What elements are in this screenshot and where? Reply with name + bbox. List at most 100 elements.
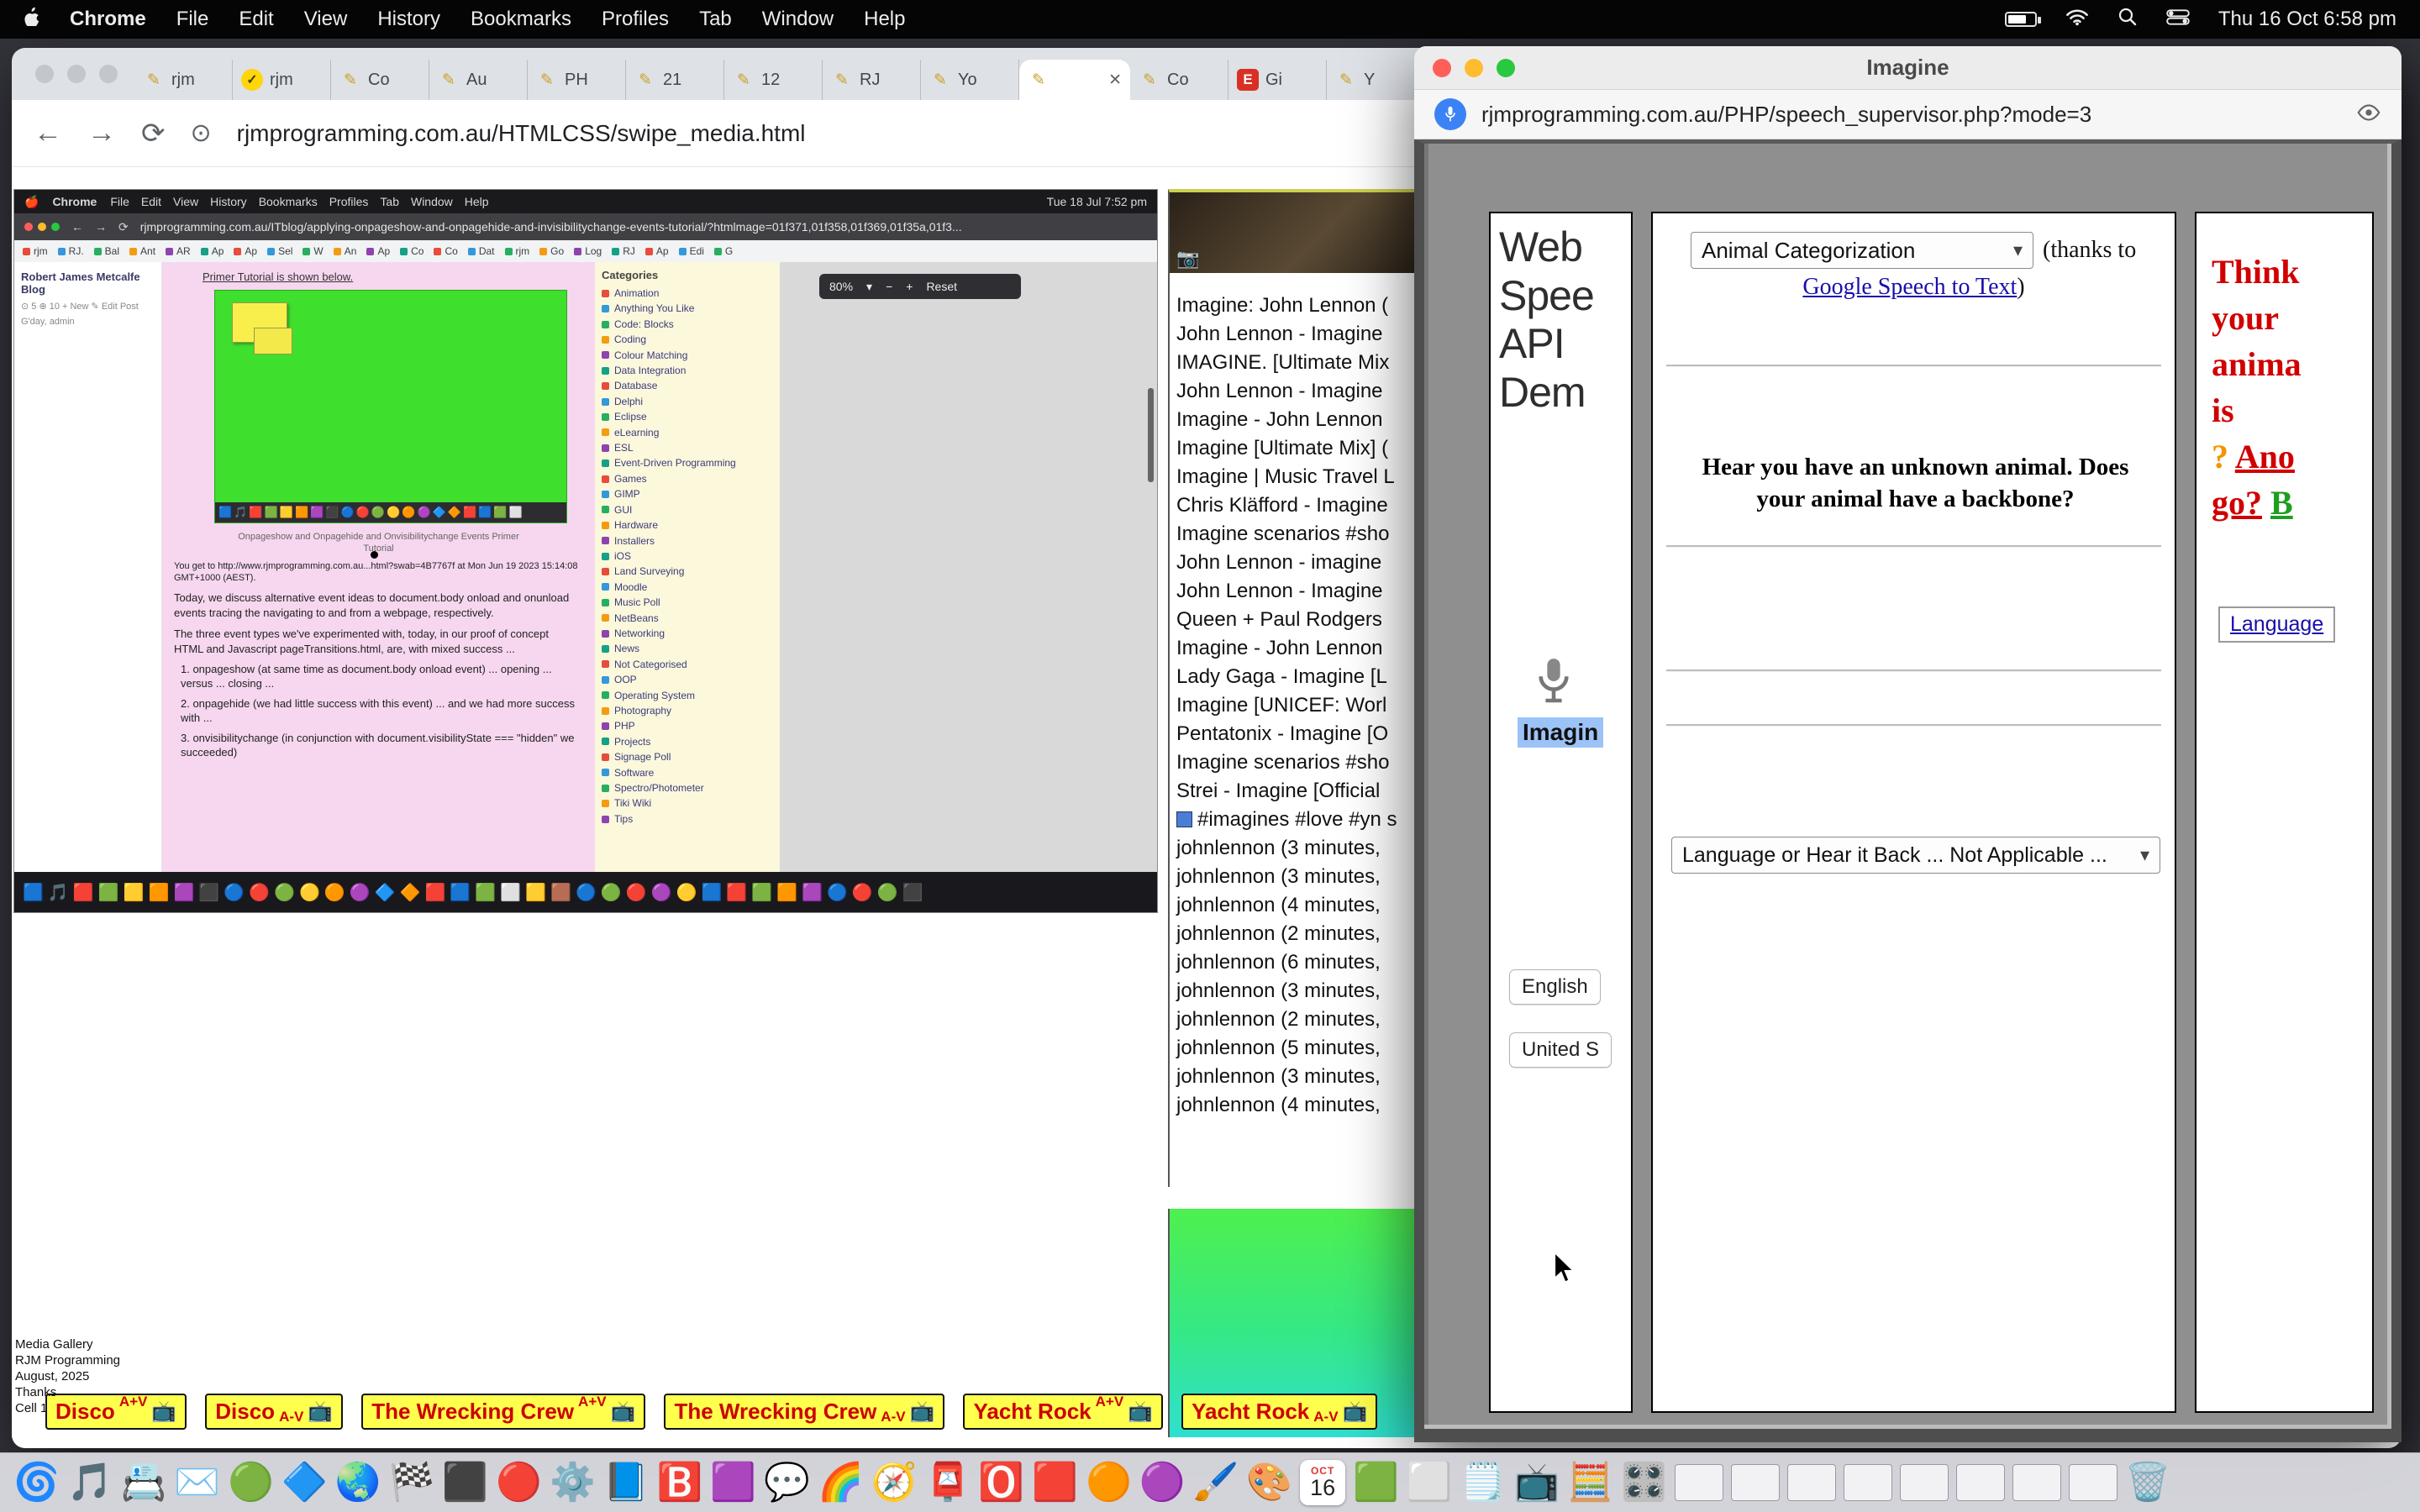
back-icon[interactable]: ← bbox=[34, 117, 62, 150]
language-select-button[interactable]: English bbox=[1509, 969, 1601, 1005]
tab-close-icon[interactable]: ✕ bbox=[1108, 71, 1122, 90]
dock-app-icon[interactable]: 🧮 bbox=[1567, 1464, 1613, 1501]
video-result-item[interactable]: Strei - Imagine [Official bbox=[1170, 777, 1445, 806]
browser-tab[interactable]: ✎Yo bbox=[921, 60, 1019, 100]
battery-icon[interactable] bbox=[2005, 12, 2037, 27]
menubar-menu-profiles[interactable]: Profiles bbox=[602, 8, 669, 31]
video-result-item[interactable]: johnlennon (4 minutes, bbox=[1170, 1091, 1445, 1120]
google-speech-link[interactable]: Google Speech to Text bbox=[1802, 274, 2017, 300]
another-go-link[interactable]: go? bbox=[2212, 484, 2262, 522]
menubar-app-name[interactable]: Chrome bbox=[70, 8, 146, 31]
video-result-item[interactable]: johnlennon (2 minutes, bbox=[1170, 1005, 1445, 1034]
video-result-item[interactable]: Imagine [Ultimate Mix] ( bbox=[1170, 434, 1445, 463]
browser-tab[interactable]: ✎Co bbox=[1130, 60, 1228, 100]
minimized-window-thumbnail[interactable] bbox=[1900, 1464, 1949, 1501]
video-result-item[interactable]: Imagine - John Lennon bbox=[1170, 634, 1445, 663]
video-result-item[interactable]: Queen + Paul Rodgers bbox=[1170, 606, 1445, 634]
menubar-menu-tab[interactable]: Tab bbox=[699, 8, 732, 31]
minimized-window-thumbnail[interactable] bbox=[1675, 1464, 1723, 1501]
menubar-menu-history[interactable]: History bbox=[377, 8, 440, 31]
menubar-menu-help[interactable]: Help bbox=[864, 8, 905, 31]
browser-tab[interactable]: ✎21 bbox=[626, 60, 724, 100]
browser-tab[interactable]: ✎✕ bbox=[1019, 60, 1130, 100]
video-result-item[interactable]: Imagine scenarios #sho bbox=[1170, 748, 1445, 777]
microphone-icon[interactable] bbox=[1534, 655, 1573, 711]
video-result-item[interactable]: Imagine - John Lennon bbox=[1170, 406, 1445, 434]
dock-app-icon[interactable]: 🎛️ bbox=[1621, 1464, 1667, 1501]
control-center-icon[interactable] bbox=[2166, 8, 2190, 31]
video-result-item[interactable]: johnlennon (3 minutes, bbox=[1170, 863, 1445, 891]
dialect-select-button[interactable]: United S bbox=[1509, 1032, 1612, 1068]
video-thumbnail[interactable]: 📷 bbox=[1170, 192, 1445, 273]
video-result-item[interactable]: Imagine scenarios #sho bbox=[1170, 520, 1445, 549]
minimized-window-thumbnail[interactable] bbox=[1844, 1464, 1892, 1501]
language-button[interactable]: Language bbox=[2218, 606, 2335, 643]
video-result-item[interactable]: johnlennon (3 minutes, bbox=[1170, 977, 1445, 1005]
video-result-item[interactable]: #imagines #love #yn s bbox=[1170, 806, 1445, 834]
video-result-item[interactable]: Chris Kläfford - Imagine bbox=[1170, 491, 1445, 520]
media-button[interactable]: DiscoA-V📺 bbox=[205, 1394, 343, 1430]
video-result-item[interactable]: Pentatonix - Imagine [O bbox=[1170, 720, 1445, 748]
imagine-address-bar[interactable]: rjmprogramming.com.au/PHP/speech_supervi… bbox=[1481, 102, 2091, 128]
dock-app-icon[interactable]: 🟪 bbox=[710, 1464, 756, 1501]
video-result-item[interactable]: johnlennon (3 minutes, bbox=[1170, 834, 1445, 863]
dock-app-icon[interactable]: ⚙️ bbox=[550, 1464, 596, 1501]
zoom-window-button[interactable] bbox=[99, 65, 118, 83]
dock-app-icon[interactable]: 🔷 bbox=[281, 1464, 328, 1501]
back-link[interactable]: B bbox=[2270, 484, 2293, 522]
menubar-menu-view[interactable]: View bbox=[304, 8, 348, 31]
dock-app-icon[interactable]: 📺 bbox=[1514, 1464, 1560, 1501]
dock-app-icon[interactable]: 🧭 bbox=[871, 1464, 918, 1501]
browser-tab[interactable]: ✓rjm bbox=[233, 60, 331, 100]
dock-app-icon[interactable]: 🏁 bbox=[389, 1464, 435, 1501]
minimized-window-thumbnail[interactable] bbox=[1787, 1464, 1836, 1501]
dock-app-icon[interactable]: 📮 bbox=[925, 1464, 971, 1501]
language-hearback-select[interactable]: Language or Hear it Back ... Not Applica… bbox=[1671, 837, 2160, 874]
dock-app-icon[interactable]: 🟥 bbox=[1032, 1464, 1078, 1501]
video-result-item[interactable]: Lady Gaga - Imagine [L bbox=[1170, 663, 1445, 691]
apple-menu-icon[interactable] bbox=[24, 7, 39, 32]
browser-tab[interactable]: ✎Au bbox=[429, 60, 528, 100]
site-info-icon[interactable]: ⊙ bbox=[191, 118, 212, 148]
browser-tab[interactable]: ✎RJ bbox=[823, 60, 921, 100]
dock-app-icon[interactable]: 🔴 bbox=[496, 1464, 542, 1501]
microphone-permission-icon[interactable] bbox=[1434, 98, 1466, 130]
browser-tab[interactable]: ✎Y bbox=[1327, 60, 1425, 100]
spotlight-search-icon[interactable] bbox=[2118, 7, 2138, 33]
video-result-item[interactable]: John Lennon - imagine bbox=[1170, 549, 1445, 577]
video-result-item[interactable]: John Lennon - Imagine bbox=[1170, 377, 1445, 406]
minimized-window-thumbnail[interactable] bbox=[1956, 1464, 2005, 1501]
dock-app-icon[interactable]: 🟩 bbox=[1353, 1464, 1399, 1501]
video-result-item[interactable]: Imagine: John Lennon ( bbox=[1170, 291, 1445, 320]
video-result-item[interactable]: Imagine [UNICEF: Worl bbox=[1170, 691, 1445, 720]
dock-app-icon[interactable]: 🌈 bbox=[818, 1464, 864, 1501]
browser-tab[interactable]: ✎12 bbox=[724, 60, 823, 100]
eye-icon[interactable] bbox=[2356, 103, 2381, 126]
dock-app-icon[interactable]: 🅾️ bbox=[978, 1464, 1024, 1501]
dock-app-icon[interactable]: 🎨 bbox=[1246, 1464, 1292, 1501]
media-button[interactable]: Yacht RockA-V📺 bbox=[1181, 1394, 1377, 1430]
dock-app-icon[interactable]: 🟠 bbox=[1086, 1464, 1132, 1501]
video-result-item[interactable]: johnlennon (4 minutes, bbox=[1170, 891, 1445, 920]
browser-tab[interactable]: ✎rjm bbox=[134, 60, 233, 100]
dock-app-icon[interactable]: 📘 bbox=[603, 1464, 650, 1501]
category-select[interactable]: Animal Categorization ▾ bbox=[1691, 232, 2033, 269]
wifi-icon[interactable] bbox=[2065, 8, 2089, 32]
calendar-icon[interactable]: OCT16 bbox=[1300, 1460, 1345, 1505]
media-button[interactable]: Yacht RockA+V📺 bbox=[963, 1394, 1163, 1430]
dock-app-icon[interactable]: 🟣 bbox=[1139, 1464, 1186, 1501]
minimized-window-thumbnail[interactable] bbox=[1731, 1464, 1780, 1501]
video-result-item[interactable]: Imagine | Music Travel L bbox=[1170, 463, 1445, 491]
video-result-item[interactable]: John Lennon - Imagine bbox=[1170, 577, 1445, 606]
dock-app-icon[interactable]: 🌀 bbox=[13, 1464, 60, 1501]
video-result-item[interactable]: johnlennon (3 minutes, bbox=[1170, 1063, 1445, 1091]
minimize-window-button[interactable] bbox=[67, 65, 86, 83]
dock-app-icon[interactable]: 🗒️ bbox=[1460, 1464, 1507, 1501]
menubar-menu-window[interactable]: Window bbox=[762, 8, 834, 31]
nested-screenshot-media[interactable]: 🍎 Chrome FileEditViewHistoryBookmarksPro… bbox=[13, 189, 1158, 913]
dock-app-icon[interactable]: ✉️ bbox=[174, 1464, 220, 1501]
menubar-menu-file[interactable]: File bbox=[176, 8, 209, 31]
dock-app-icon[interactable]: 📇 bbox=[121, 1464, 167, 1501]
video-result-item[interactable]: IMAGINE. [Ultimate Mix bbox=[1170, 349, 1445, 377]
another-go-link[interactable]: Ano bbox=[2235, 438, 2295, 475]
